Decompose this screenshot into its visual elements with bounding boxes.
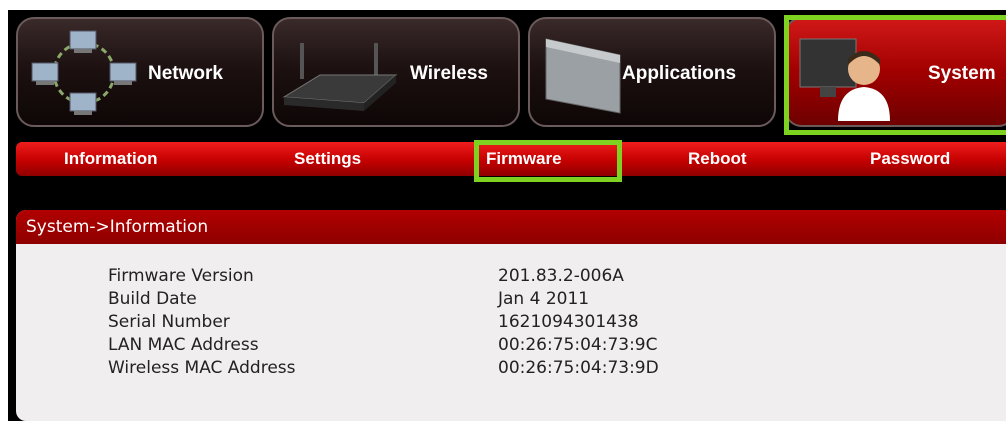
info-value: 00:26:75:04:73:9D (498, 358, 659, 378)
main-nav: Network Wireless Applications System (16, 15, 1006, 135)
panel-title: System->Information (16, 210, 1006, 244)
tab-applications[interactable]: Applications (528, 17, 776, 127)
info-value: 1621094301438 (498, 312, 639, 332)
subtab-information[interactable]: Information (64, 142, 158, 176)
subtab-password[interactable]: Password (870, 142, 950, 176)
system-info-panel: System->Information Firmware Version 201… (16, 210, 1006, 421)
subtab-firmware[interactable]: Firmware (486, 142, 562, 176)
subtab-settings[interactable]: Settings (294, 142, 361, 176)
router-admin-app: Network Wireless Applications System Inf… (8, 10, 1006, 421)
info-value: 201.83.2-006A (498, 266, 624, 286)
tab-wireless[interactable]: Wireless (272, 17, 520, 127)
tab-network[interactable]: Network (16, 17, 264, 127)
info-label: Firmware Version (108, 266, 254, 286)
network-icon (30, 29, 140, 117)
info-label: Wireless MAC Address (108, 358, 296, 378)
tab-applications-label: Applications (622, 63, 737, 84)
sub-nav: Information Settings Firmware Reboot Pas… (16, 142, 1006, 176)
info-label: LAN MAC Address (108, 335, 259, 355)
tab-system-label: System (928, 63, 996, 84)
subtab-reboot[interactable]: Reboot (688, 142, 747, 176)
user-computer-icon (798, 29, 898, 121)
info-value: Jan 4 2011 (498, 289, 590, 309)
tab-network-label: Network (148, 63, 223, 84)
info-value: 00:26:75:04:73:9C (498, 335, 658, 355)
info-label: Build Date (108, 289, 197, 309)
applications-icon (540, 33, 626, 115)
tab-wireless-label: Wireless (410, 63, 488, 84)
tab-system[interactable]: System (784, 17, 1006, 127)
router-icon (280, 39, 398, 119)
info-label: Serial Number (108, 312, 230, 332)
